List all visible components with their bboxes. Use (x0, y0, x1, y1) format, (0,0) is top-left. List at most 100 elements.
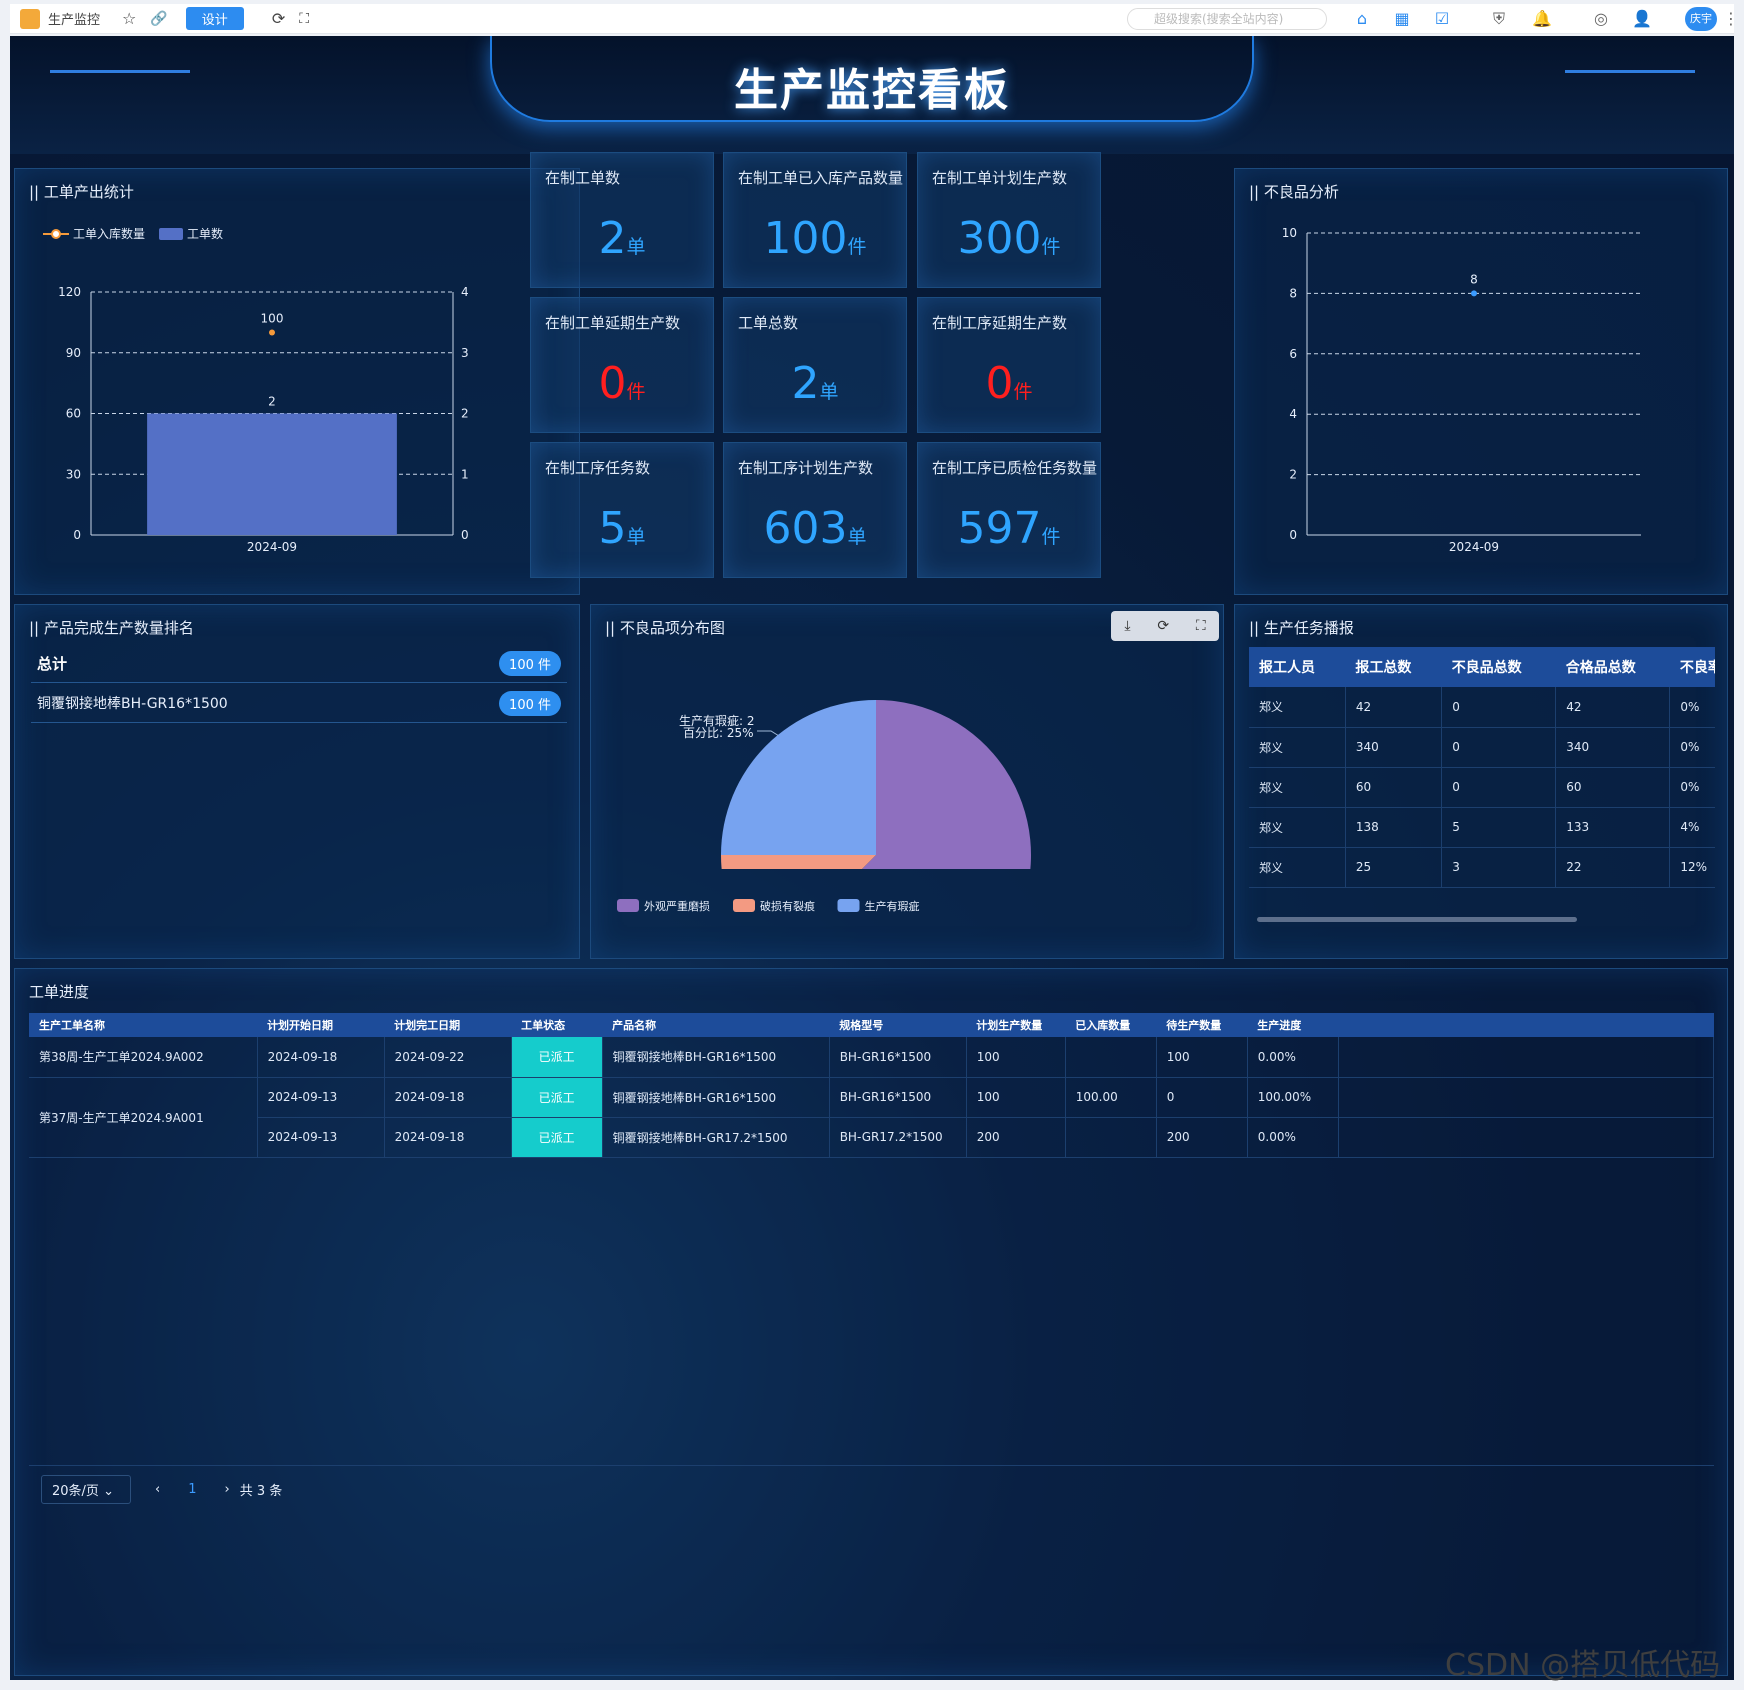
column-header[interactable]: 合格品总数 (1555, 647, 1670, 687)
y-tick: 8 (1289, 286, 1297, 300)
kpi-card: 在制工序已质检任务数量 597件 (917, 442, 1101, 578)
kpi-number: 100 (763, 213, 848, 264)
kpi-label: 在制工单计划生产数 (932, 169, 1068, 187)
column-header[interactable]: 工单状态 (511, 1013, 603, 1037)
more-icon[interactable]: ⋮ (1722, 10, 1740, 28)
table-cell: 0% (1669, 727, 1715, 768)
column-header[interactable]: 待生产数量 (1156, 1013, 1248, 1037)
column-header[interactable]: 生产进度 (1247, 1013, 1339, 1037)
table-row[interactable]: 郑义 138 5 133 4% (1249, 807, 1715, 848)
table-cell: 0.00% (1247, 1117, 1339, 1158)
column-header[interactable]: 计划完工日期 (384, 1013, 512, 1037)
link-icon[interactable]: 🔗 (150, 11, 167, 27)
design-button[interactable]: 设计 (185, 7, 244, 30)
table-row[interactable]: 2024-09-13 2024-09-18 已派工 铜覆钢接地棒BH-GR17.2*1… (29, 1117, 1714, 1158)
next-page-icon[interactable]: › (224, 1482, 229, 1497)
apps-grid-icon[interactable]: ▦ (1393, 10, 1411, 28)
horizontal-scrollbar[interactable] (1257, 917, 1577, 922)
table-cell: 已派工 (511, 1077, 603, 1118)
column-header[interactable]: 计划生产数量 (966, 1013, 1066, 1037)
kpi-unit: 件 (1041, 236, 1061, 258)
table-row[interactable]: 第38周-生产工单2024.9A002 2024-09-18 2024-09-22 已… (29, 1037, 1714, 1078)
kpi-label: 在制工序计划生产数 (738, 459, 874, 477)
legend-line-label[interactable]: 工单入库数量 (73, 226, 145, 241)
table-cell: 0% (1669, 767, 1715, 808)
x-tick-label: 2024-09 (247, 540, 297, 554)
global-search-input[interactable]: 超级搜索(搜索全站内容) (1127, 8, 1327, 30)
table-cell: 100.00% (1247, 1077, 1339, 1118)
column-header-filler (1338, 1013, 1714, 1037)
table-row[interactable]: 郑义 340 0 340 0% (1249, 727, 1715, 768)
legend-swatch (733, 899, 755, 912)
table-cell: 0% (1669, 687, 1715, 728)
table-cell: 2024-09-22 (384, 1037, 512, 1078)
y-tick: 2 (1289, 468, 1297, 482)
scatter-point[interactable] (1471, 290, 1477, 297)
work-order-progress-panel: 工单进度 生产工单名称 计划开始日期 计划完工日期 工单状态 产品名称 规格型号 计划生产数… (14, 968, 1728, 1676)
table-cell: 138 (1345, 807, 1443, 848)
table-cell: 12% (1669, 847, 1715, 888)
legend-bar-label[interactable]: 工单数 (187, 226, 223, 241)
user-group-icon[interactable]: 👤 (1632, 10, 1652, 28)
table-cell: BH-GR16*1500 (829, 1037, 967, 1078)
table-row[interactable]: 第37周-生产工单2024.9A001 2024-09-13 2024-09-18 已… (29, 1077, 1714, 1158)
column-header[interactable]: 报工总数 (1345, 647, 1442, 687)
ranking-item-name: 铜覆钢接地棒BH-GR16*1500 (37, 696, 228, 712)
column-header[interactable]: 生产工单名称 (29, 1013, 258, 1037)
column-header[interactable]: 报工人员 (1249, 647, 1346, 687)
app-shell: 生产监控 ☆ 🔗 设计 ⟳ ⛶ 超级搜索(搜索全站内容) ⌂ ▦ ☑ ⛨ 🔔 ◎… (0, 0, 1744, 1690)
table-row[interactable]: 郑义 60 0 60 0% (1249, 767, 1715, 808)
y-tick: 0 (1289, 528, 1297, 542)
compass-icon[interactable]: ◎ (1592, 10, 1610, 28)
page-size-select[interactable]: 20条/页 ⌄ (41, 1475, 131, 1504)
column-header[interactable]: 不良率 (1669, 647, 1715, 687)
fullscreen-icon[interactable]: ⛶ (299, 11, 309, 27)
page-number[interactable]: 1 (188, 1482, 196, 1497)
legend-label[interactable]: 破损有裂痕 (760, 899, 815, 913)
column-header[interactable]: 不良品总数 (1441, 647, 1556, 687)
ranking-item[interactable]: 铜覆钢接地棒BH-GR16*1500 100 件 (31, 683, 567, 723)
table-cell: 铜覆钢接地棒BH-GR17.2*1500 (602, 1117, 830, 1158)
legend-swatch (837, 899, 860, 912)
refresh-icon[interactable]: ⟳ (272, 9, 285, 28)
legend-label[interactable]: 外观严重磨损 (644, 899, 710, 913)
kpi-number: 0 (985, 358, 1014, 409)
column-header[interactable]: 已入库数量 (1065, 1013, 1157, 1037)
pagination: 20条/页 ⌄ ‹ 1 › 共 3 条 (29, 1465, 1714, 1513)
tab-title[interactable]: 生产监控 (48, 9, 100, 28)
table-cell: 60 (1345, 767, 1443, 808)
table-cell: 铜覆钢接地棒BH-GR16*1500 (602, 1037, 830, 1078)
line-data-label: 100 (261, 312, 284, 326)
bell-icon[interactable]: 🔔 (1532, 10, 1552, 28)
table-cell: 郑义 (1249, 807, 1346, 848)
legend-label[interactable]: 生产有瑕疵 (865, 899, 920, 913)
y-tick-right: 4 (461, 285, 469, 299)
column-header[interactable]: 规格型号 (829, 1013, 967, 1037)
progress-table: 生产工单名称 计划开始日期 计划完工日期 工单状态 产品名称 规格型号 计划生产数量 已入库数… (29, 1013, 1714, 1158)
kpi-value: 0件 (531, 358, 713, 409)
kpi-card: 在制工单计划生产数 300件 (917, 152, 1101, 288)
table-row[interactable]: 郑义 25 3 22 12% (1249, 847, 1715, 888)
bar[interactable] (147, 413, 397, 536)
task-check-icon[interactable]: ☑ (1433, 10, 1451, 28)
table-row[interactable]: 郑义 42 0 42 0% (1249, 687, 1715, 728)
table-cell-filler (1338, 1077, 1714, 1118)
table-cell: 22 (1555, 847, 1671, 888)
shield-icon[interactable]: ⛨ (1490, 10, 1508, 28)
point-data-label: 8 (1470, 272, 1478, 286)
star-icon[interactable]: ☆ (122, 9, 136, 28)
table-cell: 340 (1555, 727, 1671, 768)
table-cell: 42 (1345, 687, 1443, 728)
home-icon[interactable]: ⌂ (1353, 10, 1371, 28)
y-tick-left: 60 (66, 407, 81, 421)
line-point[interactable] (269, 329, 275, 336)
column-header[interactable]: 计划开始日期 (257, 1013, 385, 1037)
kpi-unit: 单 (626, 236, 646, 258)
column-header[interactable]: 产品名称 (602, 1013, 830, 1037)
table-cell: 0 (1441, 687, 1557, 728)
table-cell: 60 (1555, 767, 1671, 808)
user-avatar[interactable]: 庆宇 (1685, 7, 1717, 31)
output-stats-panel: || 工单产出统计 工单入库数量 工单数 0 30 60 90 120 0 1 2 3 4 2024… (14, 168, 580, 595)
kpi-card: 在制工单已入库产品数量 100件 (723, 152, 907, 288)
prev-page-icon[interactable]: ‹ (155, 1482, 160, 1497)
